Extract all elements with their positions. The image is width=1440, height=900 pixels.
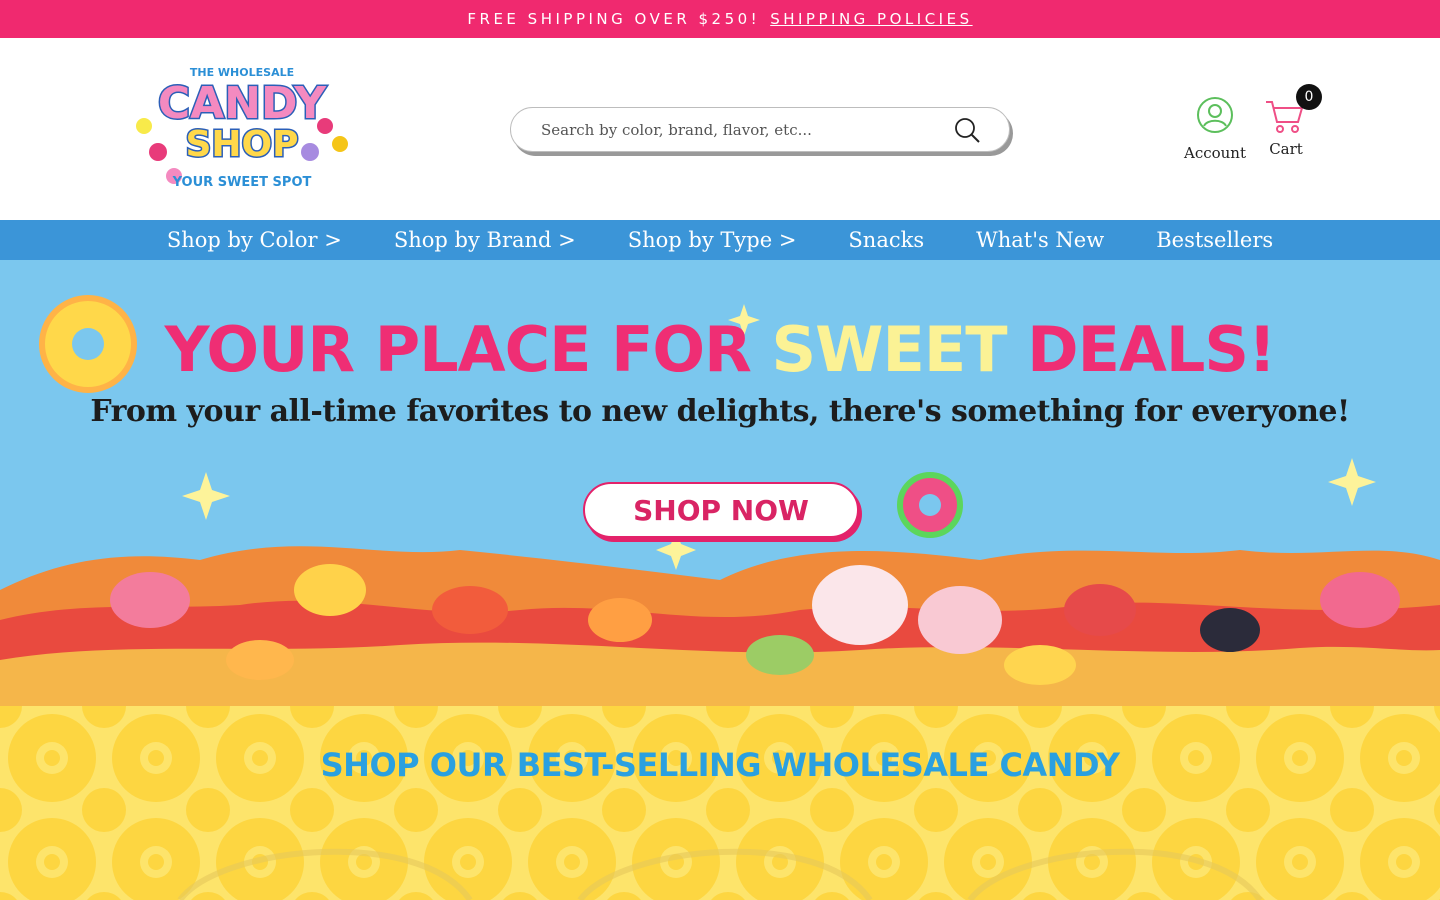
nav-shop-by-type[interactable]: Shop by Type >	[628, 228, 797, 252]
announcement-text: FREE SHIPPING OVER $250!	[467, 10, 761, 28]
search-input[interactable]	[541, 118, 941, 142]
account-link[interactable]: Account	[1180, 96, 1250, 162]
announcement-bar: FREE SHIPPING OVER $250! SHIPPING POLICI…	[0, 0, 1440, 38]
nav-snacks[interactable]: Snacks	[848, 228, 924, 252]
logo-tagline: YOUR SWEET SPOT	[172, 175, 312, 190]
search-bar	[510, 107, 1014, 155]
account-label: Account	[1183, 144, 1246, 162]
cart-link[interactable]: 0 Cart	[1258, 84, 1322, 158]
logo-shop-text: SHOP	[185, 124, 298, 165]
nav-whats-new[interactable]: What's New	[976, 228, 1104, 252]
bestsellers-title: SHOP OUR BEST-SELLING WHOLESALE CANDY	[320, 746, 1120, 784]
hero-banner[interactable]: YOUR PLACE FOR SWEET DEALS! From your al…	[0, 260, 1440, 706]
hero-title: YOUR PLACE FOR SWEET DEALS!	[0, 312, 1440, 388]
hero-title-part3: DEALS!	[1006, 313, 1276, 386]
cart-label: Cart	[1269, 140, 1303, 158]
site-logo[interactable]: THE WHOLESALE CANDY SHOP YOUR SWEET SPOT	[130, 60, 355, 192]
cart-count-badge: 0	[1296, 84, 1322, 110]
logo-candy-text: CANDY	[158, 78, 327, 129]
hero-subtitle: From your all-time favorites to new deli…	[90, 394, 1350, 429]
candy-shop-logo: THE WHOLESALE CANDY SHOP YOUR SWEET SPOT	[136, 66, 348, 190]
nav-shop-by-color[interactable]: Shop by Color >	[167, 228, 342, 252]
nav-bestsellers[interactable]: Bestsellers	[1156, 228, 1273, 252]
nav-shop-by-brand[interactable]: Shop by Brand >	[394, 228, 576, 252]
search-icon[interactable]	[949, 114, 985, 146]
shipping-policies-link[interactable]: SHIPPING POLICIES	[770, 10, 972, 28]
account-icon	[1197, 97, 1233, 133]
hero-title-part2: SWEET	[771, 313, 1007, 386]
search-box	[510, 107, 1010, 152]
candy-ring-pattern	[0, 706, 1440, 900]
bestsellers-section: SHOP OUR BEST-SELLING WHOLESALE CANDY	[0, 706, 1440, 900]
site-header: THE WHOLESALE CANDY SHOP YOUR SWEET SPOT	[0, 38, 1440, 220]
hero-title-part1: YOUR PLACE FOR	[164, 313, 772, 386]
shop-now-button[interactable]: SHOP NOW	[583, 482, 859, 538]
main-nav: Shop by Color > Shop by Brand > Shop by …	[0, 220, 1440, 260]
